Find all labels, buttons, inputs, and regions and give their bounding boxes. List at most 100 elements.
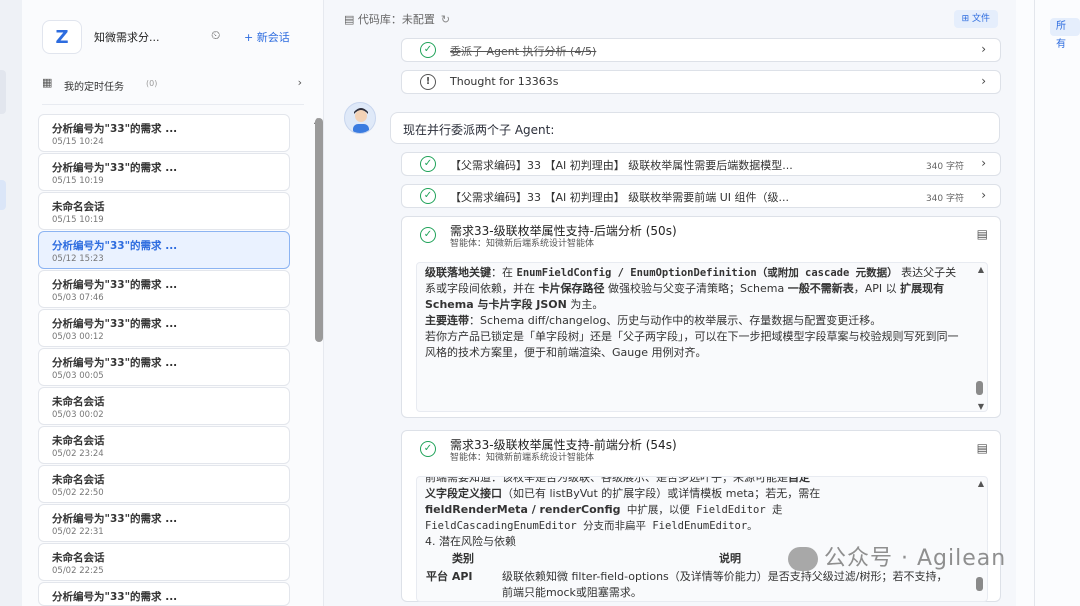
char-count: 340 字符	[925, 194, 964, 204]
app-logo-icon: Z	[42, 20, 82, 54]
top-bar: ▤ 代码库：未配置 ↻ ⊞ 文件	[324, 0, 1016, 36]
content-scrollbar[interactable]	[976, 577, 983, 591]
text-span: 前端需要知道：该枚举是否为级联、各级展示、是否多选叶子；来源可能是	[425, 476, 788, 484]
lightbulb-icon: !	[420, 74, 436, 90]
conversation-date: 05/15 10:19	[52, 176, 104, 186]
content-scrollbar[interactable]	[976, 381, 983, 395]
rail-tab[interactable]	[0, 70, 6, 114]
conversation-date: 05/02 22:31	[52, 527, 104, 537]
conversation-date: 05/03 00:05	[52, 371, 104, 381]
scheduled-tasks-link[interactable]: ▦ 我的定时任务 (0) ›	[42, 76, 304, 94]
conversation-date: 05/15 10:19	[52, 215, 104, 225]
conversation-item[interactable]: 未命名会话 05/03 00:02	[38, 387, 290, 425]
card-text: 级联落地关键：在 EnumFieldConfig / EnumOptionDef…	[425, 265, 959, 361]
document-icon[interactable]: ▤	[977, 441, 988, 455]
chevron-right-icon: ›	[297, 76, 302, 89]
watermark-text: 公众号 · Agilean	[824, 546, 1007, 571]
conversation-item[interactable]: 分析编号为"33"的需求 ... 05/03 00:12	[38, 309, 290, 347]
conversation-title: 分析编号为"33"的需求 ...	[52, 318, 178, 330]
file-button-label: 文件	[971, 14, 990, 24]
repo-status: ▤ 代码库：未配置 ↻	[344, 11, 450, 27]
conversation-date: 05/03 00:02	[52, 410, 104, 420]
chat-main: ▤ 代码库：未配置 ↻ ⊞ 文件 ✓ 委派子 Agent 执行分析 (4/5) ›…	[324, 0, 1030, 606]
conversation-item[interactable]: 分析编号为"33"的需求 ...	[38, 582, 290, 606]
table-header: 类别	[452, 552, 474, 565]
text-span: 中扩展，以便 FieldEditor 走	[620, 504, 783, 516]
card-agent: 智能体：知微新前端系统设计智能体	[450, 453, 595, 463]
conversation-date: 05/02 22:50	[52, 488, 104, 498]
conversation-item[interactable]: 分析编号为"33"的需求 ... 05/02 22:31	[38, 504, 290, 542]
conversation-item[interactable]: 未命名会话 05/02 22:25	[38, 543, 290, 581]
document-icon[interactable]: ▤	[977, 227, 988, 241]
scroll-down-arrow-icon[interactable]: ▼	[978, 402, 984, 411]
file-button[interactable]: ⊞ 文件	[953, 10, 998, 28]
text-span: ：Schema diff/changelog、历史与动作中的枚举展示、存量数据与…	[469, 314, 882, 327]
thought-row[interactable]: ! Thought for 13363s ›	[401, 70, 1001, 94]
text-span: FieldCascadingEnumEditor 分支而非扁平 FieldEnu…	[425, 520, 758, 532]
scroll-up-arrow-icon[interactable]: ▲	[978, 265, 984, 274]
card-content: 级联落地关键：在 EnumFieldConfig / EnumOptionDef…	[416, 262, 988, 412]
new-chat-button[interactable]: + 新会话	[244, 29, 290, 45]
conversation-title: 未命名会话	[52, 474, 105, 486]
sidebar-scrollbar[interactable]	[315, 118, 323, 342]
chevron-right-icon: ›	[981, 188, 986, 202]
sidebar-header: Z 知微需求分... ⏲ + 新会话	[42, 20, 312, 54]
chevron-right-icon: ›	[981, 42, 986, 56]
conversation-title: 未命名会话	[52, 201, 105, 213]
conversation-item[interactable]: 未命名会话 05/02 22:50	[38, 465, 290, 503]
scroll-up-arrow-icon[interactable]: ▲	[978, 479, 984, 488]
scheduled-tasks-label: 我的定时任务	[64, 82, 124, 93]
text-span: ，API 以	[853, 282, 901, 295]
table-cell: 级联依赖知微 filter-field-options（及详情等价能力）是否支持…	[502, 570, 948, 599]
wechat-logo-icon	[788, 547, 818, 571]
card-text: 前端需要知道：该枚举是否为级联、各级展示、是否多选叶子；来源可能是自定 义字段定…	[425, 476, 959, 601]
para-label: 级联落地关键	[425, 266, 491, 279]
subtask-label: 【父需求编码】33 【AI 初判理由】 级联枚举属性需要后端数据模型...	[450, 159, 793, 172]
conversation-title: 分析编号为"33"的需求 ...	[52, 513, 178, 525]
bold-span: fieldRenderMeta / renderConfig	[425, 503, 621, 516]
assistant-message: 现在并行委派两个子 Agent:	[390, 112, 1000, 144]
text-span: ：在	[491, 266, 517, 279]
conversation-date: 05/03 00:12	[52, 332, 104, 342]
repo-icon: ▤	[344, 13, 358, 26]
bold-span: 一般不需新表	[787, 282, 854, 295]
conversation-title: 分析编号为"33"的需求 ...	[52, 123, 178, 135]
conversation-sidebar: Z 知微需求分... ⏲ + 新会话 ▦ 我的定时任务 (0) › 分析编号为"…	[22, 0, 324, 606]
bold-span: 自定	[788, 476, 810, 484]
delegated-agents-row[interactable]: ✓ 委派子 Agent 执行分析 (4/5) ›	[401, 38, 1001, 62]
refresh-icon[interactable]: ↻	[441, 13, 450, 26]
check-circle-icon: ✓	[420, 188, 436, 204]
text-span: （如已有 listByVut 的扩展字段）或详情模板 meta；若无，需在	[502, 487, 821, 500]
table-cell: 平台 API	[426, 570, 473, 583]
conversation-item[interactable]: 分析编号为"33"的需求 ... 05/15 10:24	[38, 114, 290, 152]
calendar-icon: ▦	[42, 76, 53, 89]
card-content: 前端需要知道：该枚举是否为级联、各级展示、是否多选叶子；来源可能是自定 义字段定…	[416, 476, 988, 602]
conversation-item[interactable]: 未命名会话 05/02 23:24	[38, 426, 290, 464]
paragraph: 若你方产品已锁定是「单字段树」还是「父子两字段」，可以在下一步把域模型字段草案与…	[425, 330, 959, 359]
backend-analysis-card: ✓ 需求33-级联枚举属性支持-后端分析 (50s) 智能体：知微新后端系统设计…	[401, 216, 1001, 418]
check-circle-icon: ✓	[420, 156, 436, 172]
conversation-item-active[interactable]: 分析编号为"33"的需求 ... 05/12 15:23	[38, 231, 290, 269]
subtask-row[interactable]: ✓ 【父需求编码】33 【AI 初判理由】 级联枚举需要前端 UI 组件（级..…	[401, 184, 1001, 208]
subtask-row[interactable]: ✓ 【父需求编码】33 【AI 初判理由】 级联枚举属性需要后端数据模型... …	[401, 152, 1001, 176]
conversation-title: 分析编号为"33"的需求 ...	[52, 240, 178, 252]
delegated-agents-label: 委派子 Agent 执行分析 (4/5)	[450, 45, 597, 58]
divider	[1034, 0, 1035, 606]
text-span: 为主。	[566, 298, 604, 311]
conversation-date: 05/02 23:24	[52, 449, 104, 459]
file-tree-icon: ⊞	[961, 14, 972, 24]
all-filter-button[interactable]: 所有	[1050, 18, 1080, 50]
calendar-clock-icon[interactable]: ⏲	[211, 28, 220, 43]
app-rail	[0, 0, 22, 606]
rail-tab-active[interactable]	[0, 180, 6, 210]
conversation-title: 未命名会话	[52, 435, 105, 447]
check-circle-icon: ✓	[420, 227, 436, 243]
conversation-item[interactable]: 分析编号为"33"的需求 ... 05/03 07:46	[38, 270, 290, 308]
conversation-item[interactable]: 未命名会话 05/15 10:19	[38, 192, 290, 230]
chevron-right-icon: ›	[981, 156, 986, 170]
subtask-label: 【父需求编码】33 【AI 初判理由】 级联枚举需要前端 UI 组件（级...	[450, 191, 790, 204]
text-span: 做强校验与父变子清策略；Schema	[604, 282, 788, 295]
conversation-item[interactable]: 分析编号为"33"的需求 ... 05/03 00:05	[38, 348, 290, 386]
conversation-item[interactable]: 分析编号为"33"的需求 ... 05/15 10:19	[38, 153, 290, 191]
app-title[interactable]: 知微需求分...	[94, 29, 160, 45]
